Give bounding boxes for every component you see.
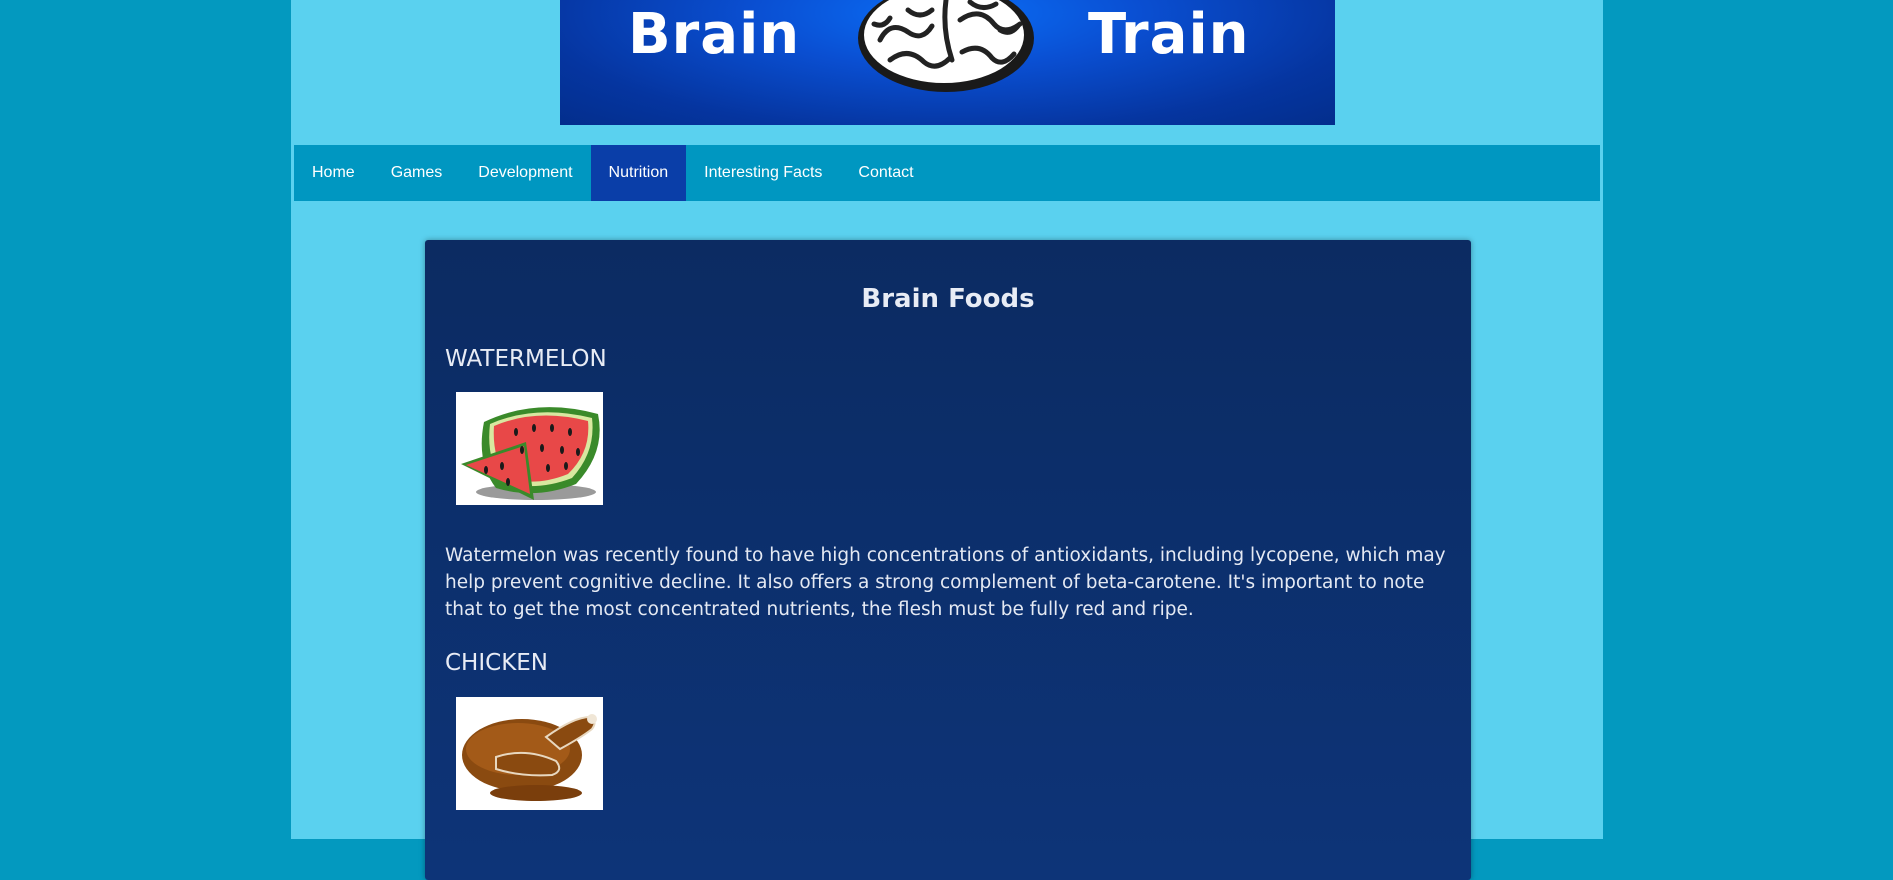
food-title-watermelon: WATERMELON <box>445 346 607 372</box>
site-banner: Brain Train <box>560 0 1335 125</box>
nav-item-nutrition[interactable]: Nutrition <box>590 145 687 201</box>
nav-item-interesting-facts[interactable]: Interesting Facts <box>686 145 840 201</box>
banner-word-left: Brain <box>628 2 801 67</box>
food-title-chicken: CHICKEN <box>445 650 549 676</box>
nav-item-home[interactable]: Home <box>294 145 373 201</box>
nav-item-development[interactable]: Development <box>460 145 590 201</box>
nav-item-games[interactable]: Games <box>373 145 461 201</box>
page-title: Brain Foods <box>861 284 1035 314</box>
roast-chicken-image <box>456 697 603 810</box>
banner-word-right: Train <box>1088 2 1250 67</box>
watermelon-description: Watermelon was recently found to have hi… <box>445 545 1446 620</box>
watermelon-image <box>456 392 603 505</box>
page-container: Brain Train Home Games Development Nutri… <box>291 0 1603 880</box>
brain-icon <box>858 0 1034 92</box>
content-panel: Brain Foods WATERMELON Watermelon was re… <box>425 240 1471 880</box>
main-nav: Home Games Development Nutrition Interes… <box>294 145 1600 201</box>
nav-item-contact[interactable]: Contact <box>840 145 931 201</box>
